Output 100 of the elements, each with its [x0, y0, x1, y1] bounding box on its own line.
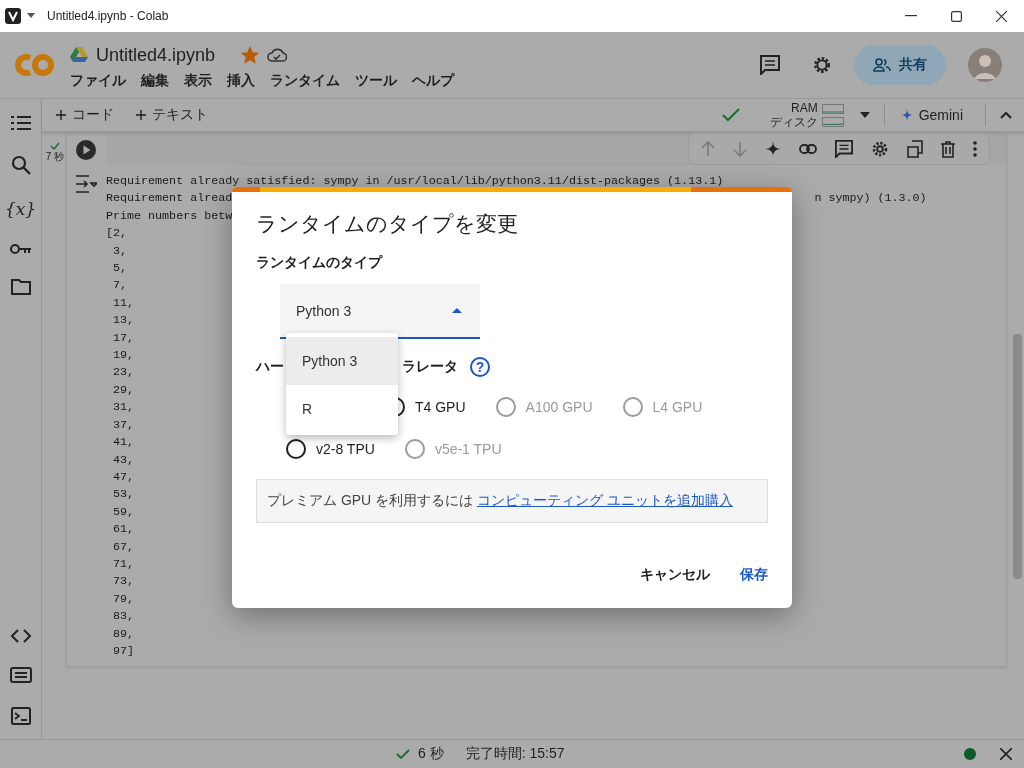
output-line: 79, [112, 590, 135, 608]
menu-item[interactable]: ツール [355, 71, 397, 90]
radio-label: T4 GPU [415, 399, 466, 415]
menu-option[interactable]: R [286, 385, 398, 433]
settings-icon[interactable] [871, 140, 889, 158]
check-icon [396, 749, 410, 759]
drive-icon[interactable] [70, 47, 88, 63]
completion-time: 完了時間: 15:57 [465, 745, 565, 763]
runtime-select[interactable]: Python 3 [280, 284, 480, 339]
scrollbar-thumb[interactable] [1013, 334, 1022, 579]
dialog-title: ランタイムのタイプを変更 [256, 211, 519, 237]
menu-item[interactable]: 表示 [184, 71, 212, 90]
radio-button[interactable] [286, 439, 306, 459]
status-dot-icon [964, 748, 976, 760]
add-code-button[interactable]: コード [48, 106, 122, 124]
minimize-icon[interactable] [905, 15, 917, 17]
output-line: 7, [112, 277, 128, 295]
check-icon [50, 142, 60, 150]
radio-label: A100 GPU [525, 399, 593, 415]
output-line: n sympy) (1.3.0) [814, 190, 927, 208]
close-icon[interactable] [1000, 748, 1012, 760]
menu-item[interactable]: ヘルプ [412, 71, 454, 90]
output-line: 31, [112, 399, 135, 417]
notice-text: プレミアム GPU を利用するには コンピューティング ユニットを追加購入 [267, 492, 734, 510]
plus-icon [136, 110, 146, 120]
caret-icon[interactable] [859, 112, 870, 118]
code-icon[interactable] [10, 629, 31, 643]
output-line: 3, [112, 242, 128, 260]
output-line: 89, [112, 625, 135, 643]
output-line: 13, [112, 312, 135, 330]
output-line: 71, [112, 555, 135, 573]
menu-item[interactable]: 編集 [141, 71, 169, 90]
notebook-title[interactable]: Untitled4.ipynb [96, 44, 216, 66]
check-icon [721, 108, 740, 122]
folder-icon[interactable] [10, 279, 31, 295]
window-title: Untitled4.ipynb - Colab [47, 9, 169, 23]
save-button[interactable]: 保存 [736, 558, 772, 592]
help-icon[interactable]: ? [470, 357, 490, 377]
menu-item[interactable]: 挿入 [227, 71, 255, 90]
menu-item[interactable]: ランタイム [270, 71, 340, 90]
output-line: 53, [112, 486, 135, 504]
cloud-icon[interactable] [267, 47, 288, 63]
mirror-icon[interactable] [907, 140, 923, 158]
output-line: 47, [112, 468, 135, 486]
list-icon[interactable] [10, 115, 31, 131]
output-line: 67, [112, 538, 135, 556]
output-line: 41, [112, 434, 135, 452]
terminal-icon[interactable] [10, 707, 31, 725]
run-button-icon[interactable] [75, 139, 97, 161]
menu-item[interactable]: ファイル [70, 71, 126, 90]
variables-icon[interactable]: {x} [4, 199, 37, 219]
radio-label: L4 GPU [652, 399, 703, 415]
sparkle-icon[interactable] [765, 141, 781, 157]
radio-label: v2-8 TPU [316, 441, 375, 457]
output-line: 83, [112, 608, 135, 626]
menu-option[interactable]: Python 3 [286, 337, 398, 385]
output-line: 73, [112, 573, 135, 591]
output-line: 5, [112, 260, 128, 278]
caret-icon[interactable] [27, 13, 35, 19]
comment-icon[interactable] [760, 55, 780, 75]
output-line: Prime numbers betw [106, 207, 233, 225]
disk-graph-icon [821, 116, 844, 127]
add-text-button[interactable]: テキスト [128, 106, 216, 124]
purchase-link[interactable]: コンピューティング ユニットを追加購入 [477, 492, 733, 508]
output-line: 17, [112, 329, 135, 347]
gemini-button[interactable]: Gemini [884, 107, 985, 123]
chevron-up-icon[interactable] [1000, 111, 1012, 119]
more-icon[interactable] [973, 141, 977, 157]
share-button[interactable]: 共有 [854, 45, 946, 85]
output-line: 29, [112, 381, 135, 399]
radio-label: v5e-1 TPU [434, 441, 502, 457]
star-icon[interactable] [241, 46, 260, 64]
plus-icon [56, 110, 66, 120]
close-icon[interactable] [996, 10, 1007, 22]
output-line: 59, [112, 503, 135, 521]
field-label: ハー [256, 358, 284, 376]
field-label: ラレータ [402, 358, 458, 376]
keyboard-icon[interactable] [9, 667, 32, 683]
output-line: Requirement already satisfied: sympy in /usr/local/lib/python3.11/dist-packages (1.13.1) [106, 173, 724, 190]
settings-icon[interactable] [812, 55, 832, 75]
output-line: 97] [112, 642, 135, 660]
browser-logo-icon[interactable] [5, 8, 21, 24]
search-icon[interactable] [10, 155, 31, 175]
disk-label: ディスク [769, 115, 818, 129]
maximize-icon[interactable] [951, 10, 962, 22]
link-icon[interactable] [799, 144, 817, 154]
cancel-button[interactable]: キャンセル [636, 558, 714, 592]
people-icon [873, 58, 891, 72]
key-icon[interactable] [9, 243, 32, 255]
output-toggle-icon[interactable] [75, 175, 97, 193]
comment-icon[interactable] [835, 140, 853, 158]
trash-icon[interactable] [941, 140, 955, 158]
output-line: [2, [106, 225, 128, 243]
output-line: Requirement alread [106, 190, 233, 208]
output-line: 43, [112, 451, 135, 469]
execution-time: 7 秒 [45, 150, 65, 164]
field-label: ランタイムのタイプ [256, 254, 384, 272]
ram-label: RAM [790, 101, 818, 115]
run-duration: 6 秒 [418, 745, 444, 763]
output-line: 19, [112, 347, 135, 365]
